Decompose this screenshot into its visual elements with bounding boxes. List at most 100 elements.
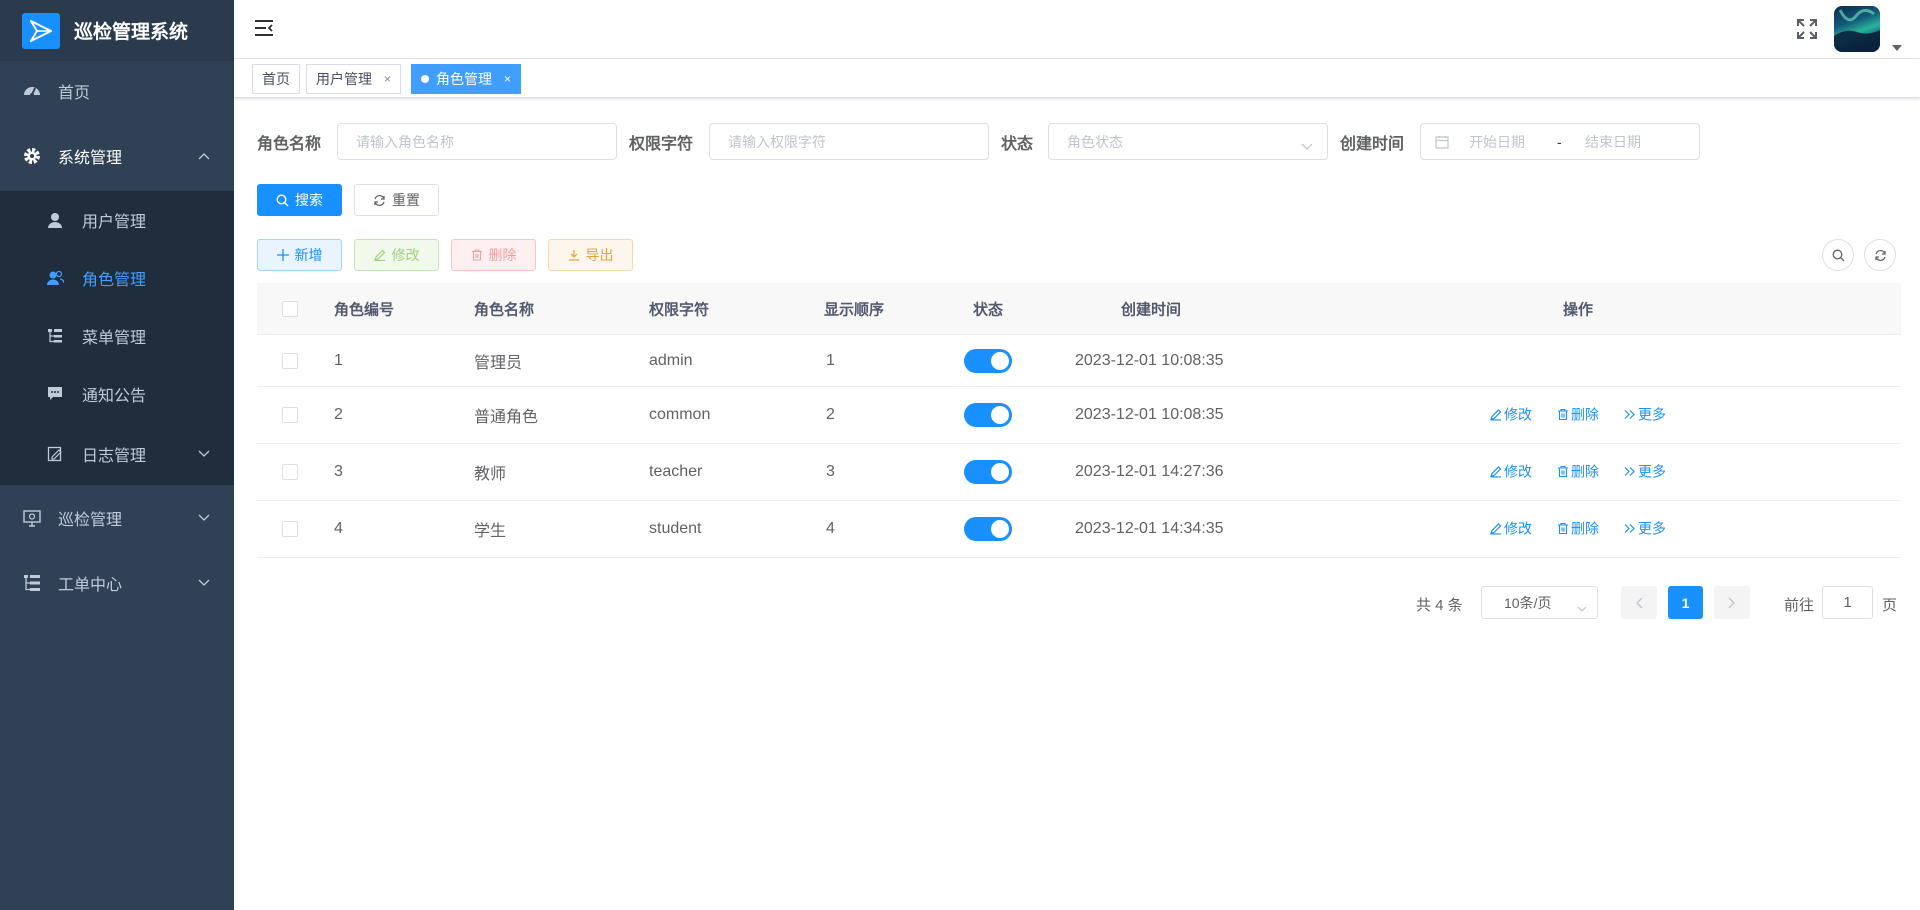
close-icon[interactable]: × <box>384 72 391 86</box>
refresh-icon <box>1874 249 1887 262</box>
row-edit-button[interactable]: 修改 <box>1490 462 1532 482</box>
row-edit-button[interactable]: 修改 <box>1490 405 1532 425</box>
col-status: 状态 <box>973 301 1004 318</box>
next-page-button[interactable] <box>1714 586 1750 619</box>
add-button[interactable]: 新增 <box>257 239 342 271</box>
close-icon[interactable]: × <box>504 72 511 86</box>
row-delete-label: 删除 <box>1571 520 1599 537</box>
row-more-button[interactable]: 更多 <box>1624 405 1666 425</box>
cell-role-name: 普通角色 <box>474 409 539 426</box>
chevron-up-icon <box>198 147 210 165</box>
tag-label: 用户管理 <box>316 71 372 87</box>
sidebar-item-notices[interactable]: 通知公告 <box>0 365 234 423</box>
col-role-name: 角色名称 <box>474 301 535 318</box>
d-arrow-right-icon <box>1624 409 1638 421</box>
user-icon <box>46 211 64 229</box>
tree-table-icon <box>23 574 41 592</box>
delete-icon <box>1557 465 1571 478</box>
status-switch[interactable] <box>964 348 1012 373</box>
pagination-total: 共 4 条 <box>1416 597 1463 614</box>
sidebar-item-menus[interactable]: 菜单管理 <box>0 307 234 365</box>
cell-role-key: teacher <box>649 463 703 480</box>
sidebar-item-home[interactable]: 首页 <box>0 61 234 121</box>
tag-users[interactable]: 用户管理 × <box>306 64 402 94</box>
tag-roles[interactable]: 角色管理 × <box>411 64 522 94</box>
export-button[interactable]: 导出 <box>548 239 633 271</box>
row-delete-label: 删除 <box>1571 406 1599 423</box>
fullscreen-icon[interactable] <box>1796 18 1818 45</box>
avatar[interactable] <box>1834 6 1880 52</box>
chevron-right-icon <box>1728 597 1736 609</box>
delete-button[interactable]: 删除 <box>451 239 536 271</box>
sidebar-item-workorder[interactable]: 工单中心 <box>0 550 234 615</box>
row-more-label: 更多 <box>1638 520 1666 537</box>
row-checkbox[interactable] <box>282 464 298 480</box>
tag-home[interactable]: 首页 <box>252 64 300 94</box>
sidebar-item-roles[interactable]: 角色管理 <box>0 249 234 307</box>
row-edit-button[interactable]: 修改 <box>1490 519 1532 539</box>
cell-sort-order: 4 <box>826 520 835 537</box>
cell-created: 2023-12-01 10:08:35 <box>1075 351 1224 369</box>
delete-icon <box>1557 408 1571 421</box>
table-row: 3 教师 teacher 3 2023-12-01 14:27:36 修改 删除 更多 <box>257 444 1901 501</box>
cell-role-key: common <box>649 406 711 423</box>
status-switch[interactable] <box>964 517 1012 541</box>
row-edit-label: 修改 <box>1504 463 1532 480</box>
add-button-label: 新增 <box>294 247 323 263</box>
chevron-left-icon <box>1635 597 1643 609</box>
reset-button[interactable]: 重置 <box>354 184 439 216</box>
date-range-picker[interactable]: 开始日期 - 结束日期 <box>1420 123 1700 160</box>
row-delete-button[interactable]: 删除 <box>1557 462 1599 482</box>
tag-label: 角色管理 <box>436 71 492 87</box>
status-switch[interactable] <box>964 403 1012 427</box>
col-role-key: 权限字符 <box>649 301 710 318</box>
row-checkbox[interactable] <box>282 352 298 369</box>
col-actions: 操作 <box>1563 301 1594 318</box>
reset-button-label: 重置 <box>392 192 420 208</box>
chevron-down-icon <box>198 445 210 463</box>
sidebar-item-system[interactable]: 系统管理 <box>0 121 234 191</box>
row-actions: 修改 删除 更多 <box>1490 462 1691 483</box>
goto-page-input[interactable]: 1 <box>1822 586 1873 619</box>
row-more-button[interactable]: 更多 <box>1624 519 1666 539</box>
edit-icon <box>373 249 386 261</box>
plus-icon <box>276 249 289 261</box>
gear-icon <box>23 147 41 165</box>
navbar <box>234 0 1920 59</box>
status-label: 状态 <box>1001 136 1034 153</box>
row-delete-button[interactable]: 删除 <box>1557 405 1599 425</box>
page-number-current[interactable]: 1 <box>1668 586 1703 619</box>
end-date-input[interactable]: 结束日期 <box>1585 132 1641 152</box>
role-name-input[interactable]: 请输入角色名称 <box>337 123 617 160</box>
row-more-button[interactable]: 更多 <box>1624 462 1666 482</box>
sidebar-item-logs[interactable]: 日志管理 <box>0 423 234 485</box>
sidebar-item-users[interactable]: 用户管理 <box>0 191 234 249</box>
row-checkbox[interactable] <box>282 521 298 537</box>
logo: 巡检管理系统 <box>0 0 234 61</box>
page-size-select[interactable]: 10条/页 <box>1481 586 1598 619</box>
hamburger-icon[interactable] <box>254 19 274 42</box>
cell-created: 2023-12-01 10:08:35 <box>1075 406 1224 423</box>
toggle-search-button[interactable] <box>1822 239 1854 271</box>
status-select[interactable]: 角色状态 <box>1048 123 1328 160</box>
edit-button[interactable]: 修改 <box>354 239 439 271</box>
delete-icon <box>1557 522 1571 535</box>
sidebar-item-label: 系统管理 <box>58 150 123 167</box>
row-checkbox[interactable] <box>282 407 298 423</box>
status-switch[interactable] <box>964 460 1012 484</box>
select-all-checkbox[interactable] <box>282 300 298 317</box>
caret-down-icon[interactable] <box>1892 38 1902 56</box>
cell-role-id: 1 <box>334 351 343 369</box>
cell-created: 2023-12-01 14:34:35 <box>1075 520 1224 537</box>
search-button[interactable]: 搜索 <box>257 184 342 216</box>
perm-input[interactable]: 请输入权限字符 <box>709 123 989 160</box>
sidebar-item-inspection[interactable]: 巡检管理 <box>0 485 234 550</box>
search-button-label: 搜索 <box>295 192 323 208</box>
start-date-input[interactable]: 开始日期 <box>1469 132 1525 152</box>
row-delete-button[interactable]: 删除 <box>1557 519 1599 539</box>
search-icon <box>276 193 289 207</box>
refresh-button[interactable] <box>1864 239 1896 271</box>
sidebar-item-label: 通知公告 <box>82 388 147 405</box>
download-icon <box>568 249 580 261</box>
prev-page-button[interactable] <box>1621 586 1657 619</box>
